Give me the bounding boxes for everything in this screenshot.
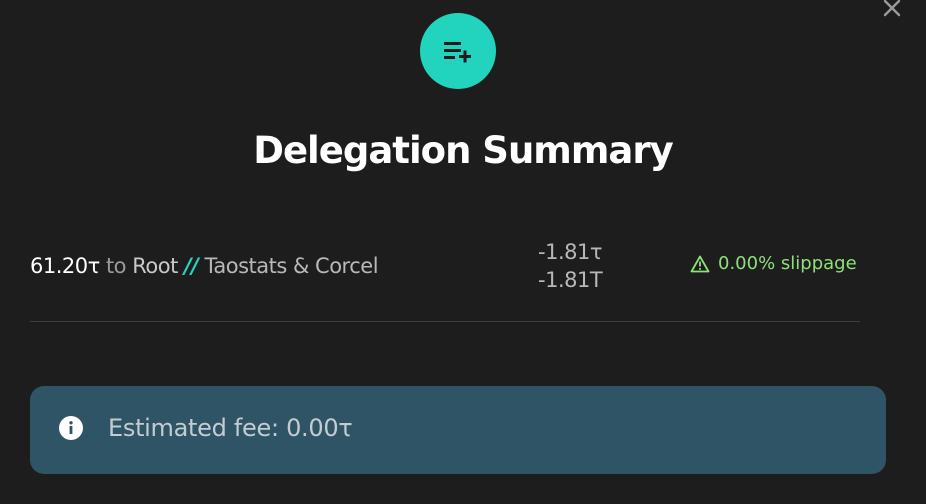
close-button[interactable]	[878, 0, 906, 20]
slippage-indicator: 0.00% slippage	[690, 253, 857, 274]
info-icon	[59, 416, 83, 440]
estimated-fee-box: Estimated fee: 0.00τ	[30, 386, 886, 474]
slippage-text: 0.00% slippage	[718, 253, 857, 274]
delegation-values: -1.81τ -1.81T	[538, 238, 603, 294]
close-icon	[883, 0, 901, 17]
separator: //	[184, 254, 199, 278]
header-icon-badge	[420, 13, 496, 89]
delegation-target: Root	[132, 254, 178, 278]
delegation-summary-modal: Delegation Summary 61.20τ to Root // Tao…	[0, 0, 926, 504]
delegation-amount: 61.20τ	[30, 254, 100, 278]
add-to-list-icon	[444, 42, 471, 63]
modal-title: Delegation Summary	[253, 129, 673, 172]
value-secondary: -1.81T	[538, 268, 603, 292]
value-primary: -1.81τ	[538, 240, 602, 264]
delegation-description: 61.20τ to Root // Taostats & Corcel	[30, 254, 379, 278]
validator-name: Taostats & Corcel	[204, 254, 379, 278]
estimated-fee-text: Estimated fee: 0.00τ	[108, 414, 353, 442]
to-label: to	[105, 254, 127, 278]
warning-icon	[690, 255, 710, 272]
divider	[30, 321, 860, 322]
delegation-row: 61.20τ to Root // Taostats & Corcel -1.8…	[30, 236, 860, 298]
